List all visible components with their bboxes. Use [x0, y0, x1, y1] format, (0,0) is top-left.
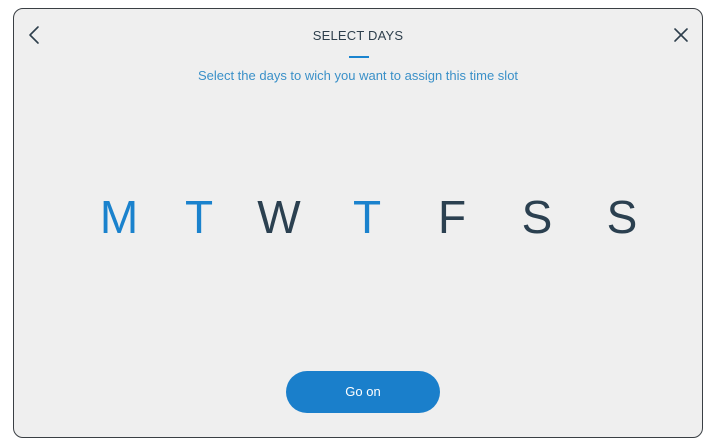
close-button[interactable] [670, 23, 692, 47]
day-saturday[interactable]: S [507, 187, 567, 247]
day-friday[interactable]: F [422, 187, 482, 247]
day-thursday[interactable]: T [337, 187, 397, 247]
dialog-subtitle: Select the days to wich you want to assi… [197, 68, 519, 83]
close-icon [674, 28, 688, 42]
dialog-title: SELECT DAYS [312, 28, 404, 43]
day-tuesday[interactable]: T [169, 187, 229, 247]
day-monday[interactable]: M [89, 187, 149, 247]
title-underline [349, 56, 369, 58]
day-wednesday[interactable]: W [249, 187, 309, 247]
day-selector: M T W T F S S [14, 187, 702, 247]
go-on-button[interactable]: Go on [286, 371, 440, 413]
select-days-dialog: SELECT DAYS Select the days to wich you … [13, 8, 703, 438]
day-sunday[interactable]: S [592, 187, 652, 247]
